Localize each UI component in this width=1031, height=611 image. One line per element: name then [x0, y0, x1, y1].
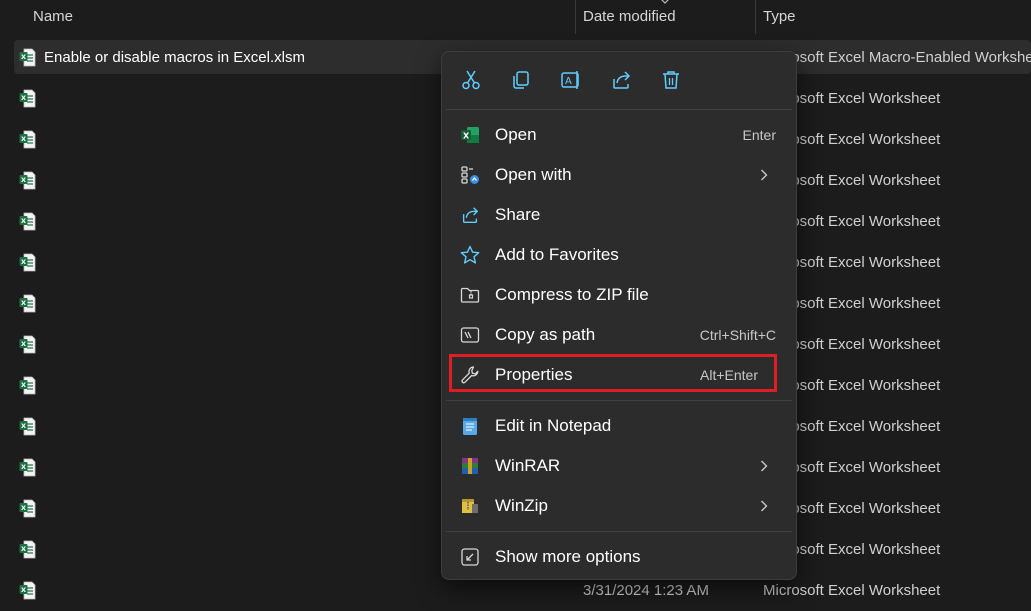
properties-highlight-box: [449, 354, 777, 392]
excel-file-icon: X: [19, 417, 36, 436]
menu-item-open-with[interactable]: Open with: [450, 156, 788, 194]
menu-item-winzip[interactable]: WinZip: [450, 487, 788, 525]
svg-text:X: X: [21, 586, 26, 594]
more-options-icon: [461, 548, 479, 566]
menu-item-label: Add to Favorites: [495, 245, 619, 264]
excel-file-icon: X: [19, 48, 36, 67]
svg-text:X: X: [21, 340, 26, 348]
svg-text:X: X: [21, 217, 26, 225]
file-name: Enable or disable macros in Excel.xlsm: [44, 49, 305, 66]
svg-text:X: X: [21, 504, 26, 512]
menu-item-share[interactable]: Share: [450, 196, 788, 234]
menu-item-label: Open: [495, 125, 537, 144]
share-icon: [613, 71, 631, 89]
copy-icon: [513, 71, 529, 89]
menu-item-shortcut: Enter: [742, 127, 776, 143]
menu-item-label: Open with: [495, 165, 572, 184]
menu-item-label: Copy as path: [495, 325, 596, 344]
chevron-right-icon: [761, 460, 768, 472]
svg-text:A: A: [565, 76, 572, 87]
type-column-header[interactable]: Type: [763, 0, 796, 34]
excel-file-icon: X: [19, 581, 36, 600]
winrar-icon: [462, 458, 478, 474]
context-menu: A X Open Enter Open with Share Add to Fa…: [441, 51, 797, 580]
svg-text:X: X: [21, 299, 26, 307]
date-modified-column-header[interactable]: Date modified: [583, 0, 676, 34]
share-button[interactable]: [607, 66, 635, 94]
delete-button[interactable]: [657, 66, 685, 94]
share-icon: [462, 207, 479, 223]
excel-file-icon: X: [19, 499, 36, 518]
excel-file-icon: X: [19, 294, 36, 313]
menu-item-shortcut: Ctrl+Shift+C: [699, 327, 776, 343]
svg-text:X: X: [21, 135, 26, 143]
menu-item-label: Edit in Notepad: [495, 416, 612, 435]
quick-actions-bar: A: [442, 52, 796, 108]
menu-item-open[interactable]: X Open Enter: [450, 116, 788, 154]
svg-text:X: X: [21, 94, 26, 102]
excel-file-icon: X: [19, 89, 36, 108]
column-header: Name Date modified Type: [0, 0, 1031, 34]
svg-text:X: X: [21, 258, 26, 266]
menu-item-label: Compress to ZIP file: [495, 285, 649, 304]
excel-file-icon: X: [19, 212, 36, 231]
zip-folder-icon: [460, 287, 480, 303]
cut-button[interactable]: [457, 66, 485, 94]
menu-item-edit-in-notepad[interactable]: Edit in Notepad: [450, 407, 788, 445]
menu-item-show-more-options[interactable]: Show more options: [450, 538, 788, 576]
copy-button[interactable]: [507, 66, 535, 94]
excel-file-icon: X: [19, 376, 36, 395]
excel-file-icon: X: [19, 130, 36, 149]
winzip-icon: [462, 499, 478, 513]
svg-text:X: X: [21, 176, 26, 184]
svg-text:X: X: [21, 381, 26, 389]
rename-icon: A: [561, 71, 579, 89]
excel-file-icon: X: [19, 253, 36, 272]
menu-item-label: WinZip: [495, 496, 548, 515]
star-icon: [460, 245, 480, 264]
excel-file-icon: X: [19, 171, 36, 190]
column-divider[interactable]: [575, 0, 576, 34]
menu-item-label: Show more options: [495, 547, 641, 566]
notepad-icon: [463, 418, 477, 435]
menu-separator: [446, 109, 792, 110]
excel-file-icon: X: [19, 458, 36, 477]
menu-item-label: Share: [495, 205, 541, 224]
cut-icon: [462, 70, 480, 90]
menu-item-winrar[interactable]: WinRAR: [450, 447, 788, 485]
svg-text:X: X: [21, 53, 26, 61]
menu-item-add-to-favorites[interactable]: Add to Favorites: [450, 236, 788, 274]
menu-separator: [446, 531, 792, 532]
menu-item-label: WinRAR: [495, 456, 561, 475]
menu-item-compress-zip[interactable]: Compress to ZIP file: [450, 276, 788, 314]
excel-icon: X: [461, 127, 479, 143]
menu-separator: [446, 400, 792, 401]
open-with-icon: [461, 166, 479, 184]
excel-file-icon: X: [19, 540, 36, 559]
file-type: Microsoft Excel Macro-Enabled Worksheet: [763, 49, 1031, 66]
excel-file-icon: X: [19, 335, 36, 354]
svg-text:X: X: [21, 545, 26, 553]
chevron-right-icon: [761, 169, 768, 181]
menu-item-copy-as-path[interactable]: Copy as path Ctrl+Shift+C: [450, 316, 788, 354]
svg-text:X: X: [463, 132, 470, 141]
svg-text:X: X: [21, 422, 26, 430]
chevron-right-icon: [761, 500, 768, 512]
copy-path-icon: [460, 327, 480, 343]
delete-icon: [663, 71, 679, 89]
column-divider[interactable]: [755, 0, 756, 34]
name-column-header[interactable]: Name: [33, 0, 73, 34]
svg-text:X: X: [21, 463, 26, 471]
rename-button[interactable]: A: [557, 66, 585, 94]
